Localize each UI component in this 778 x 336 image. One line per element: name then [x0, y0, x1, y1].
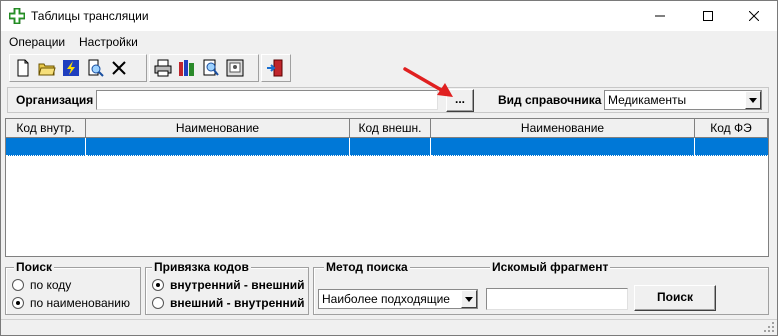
table-cell[interactable] — [350, 138, 431, 156]
fragment-legend: Искомый фрагмент — [490, 260, 611, 274]
table-cell[interactable] — [6, 138, 86, 156]
app-cross-icon — [9, 8, 25, 24]
chevron-down-icon — [749, 97, 757, 103]
menu-bar: Операции Настройки — [1, 33, 777, 51]
search-doc-button[interactable] — [84, 57, 106, 79]
external-internal-label: внешний - внутренний — [170, 296, 305, 310]
organization-label: Организация — [16, 93, 94, 107]
toolbar-group-edit — [9, 54, 147, 82]
search-method-dropdown-button[interactable] — [461, 290, 477, 308]
new-button[interactable] — [12, 57, 34, 79]
new-document-icon — [17, 59, 29, 77]
books-button[interactable] — [176, 57, 198, 79]
print-icon — [154, 59, 172, 77]
maximize-icon — [703, 11, 713, 21]
view-icon — [226, 59, 244, 77]
fragment-input[interactable] — [486, 288, 628, 310]
close-icon — [749, 11, 759, 21]
radio-off-icon — [12, 279, 24, 291]
col-external-name[interactable]: Наименование — [431, 119, 695, 138]
translation-table[interactable]: Код внутр. Наименование Код внешн. Наиме… — [5, 118, 769, 257]
radio-on-icon — [152, 279, 164, 291]
menu-operations[interactable]: Операции — [9, 35, 65, 49]
search-method-select[interactable]: Наиболее подходящие — [318, 289, 478, 309]
red-arrow-annotation — [403, 67, 453, 97]
organization-input[interactable] — [96, 90, 438, 110]
search-doc-icon — [88, 59, 104, 77]
maximize-button[interactable] — [685, 1, 731, 31]
radio-off-icon — [152, 297, 164, 309]
minimize-icon — [655, 15, 665, 17]
open-button[interactable] — [36, 57, 58, 79]
search-button[interactable]: Поиск — [634, 285, 716, 311]
window-title: Таблицы трансляции — [31, 9, 149, 23]
toolbar-group-tools — [149, 54, 259, 82]
directory-type-select[interactable]: Медикаменты — [604, 90, 762, 110]
external-internal-radio[interactable]: внешний - внутренний — [152, 296, 305, 310]
table-cell[interactable] — [695, 138, 768, 156]
internal-external-radio[interactable]: внутренний - внешний — [152, 278, 305, 292]
col-external-code[interactable]: Код внешн. — [350, 119, 431, 138]
code-binding-group: Привязка кодов внутренний - внешний внеш… — [145, 260, 309, 315]
search-by-group: Поиск по коду по наименованию — [5, 260, 141, 315]
delete-button[interactable] — [108, 57, 130, 79]
status-bar — [1, 319, 777, 335]
print-button[interactable] — [152, 57, 174, 79]
search-by-legend: Поиск — [14, 260, 55, 274]
directory-type-dropdown-button[interactable] — [745, 91, 761, 109]
table-cell[interactable] — [86, 138, 350, 156]
title-bar: Таблицы трансляции — [1, 1, 777, 31]
organization-row: Организация ... Вид справочника Медикаме… — [7, 87, 769, 113]
search-by-code-radio[interactable]: по коду — [12, 278, 71, 292]
find-button[interactable] — [200, 57, 222, 79]
open-folder-icon — [38, 63, 56, 76]
table-header: Код внутр. Наименование Код внешн. Наиме… — [6, 119, 768, 138]
col-fe-code[interactable]: Код ФЭ — [695, 119, 768, 138]
find-icon — [203, 59, 219, 76]
col-internal-name[interactable]: Наименование — [86, 119, 350, 138]
table-row[interactable] — [6, 138, 768, 156]
search-by-name-label: по наименованию — [30, 296, 130, 310]
lightning-icon — [63, 60, 79, 76]
col-internal-code[interactable]: Код внутр. — [6, 119, 86, 138]
search-method-legend: Метод поиска — [324, 260, 410, 274]
close-button[interactable] — [731, 1, 777, 31]
internal-external-label: внутренний - внешний — [170, 278, 305, 292]
search-by-name-radio[interactable]: по наименованию — [12, 296, 130, 310]
delete-icon — [112, 61, 126, 75]
table-cell[interactable] — [431, 138, 695, 156]
exit-button[interactable] — [264, 57, 286, 79]
chevron-down-icon — [465, 296, 473, 302]
menu-settings[interactable]: Настройки — [79, 35, 138, 49]
books-icon — [179, 60, 194, 76]
toolbar-group-exit — [261, 54, 291, 82]
search-method-value: Наиболее подходящие — [322, 292, 450, 306]
view-button[interactable] — [224, 57, 246, 79]
search-method-group: Метод поиска Искомый фрагмент Наиболее п… — [313, 260, 769, 315]
directory-type-value: Медикаменты — [608, 93, 687, 107]
toolbar — [9, 54, 769, 82]
directory-type-label: Вид справочника — [498, 93, 602, 107]
resize-grip-icon[interactable] — [763, 321, 775, 333]
search-by-code-label: по коду — [30, 278, 72, 292]
main-window: Таблицы трансляции Операции Настройки Ор… — [0, 0, 778, 336]
code-binding-legend: Привязка кодов — [152, 260, 251, 274]
radio-on-icon — [12, 297, 24, 309]
run-button[interactable] — [60, 57, 82, 79]
minimize-button[interactable] — [637, 1, 683, 31]
exit-icon — [267, 59, 283, 77]
